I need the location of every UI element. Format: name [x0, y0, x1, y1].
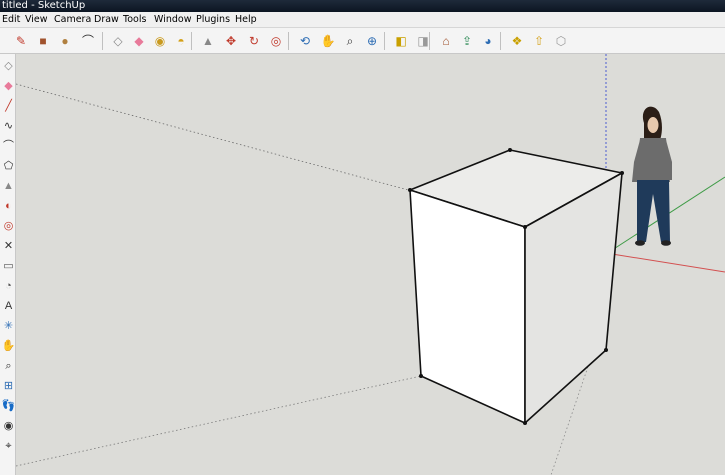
menu-camera[interactable]: Camera — [54, 12, 91, 28]
move-icon[interactable]: ✥ — [222, 32, 240, 50]
make-component-icon[interactable]: ◇ — [109, 32, 127, 50]
extension-warehouse-icon[interactable]: ⬡ — [552, 32, 570, 50]
menu-view[interactable]: View — [25, 12, 48, 28]
model-scene[interactable] — [16, 54, 725, 475]
pan-icon[interactable]: ✋ — [319, 32, 337, 50]
zoom-extents-icon[interactable]: ⊕ — [363, 32, 381, 50]
pencil-icon[interactable]: ✎ — [12, 32, 30, 50]
rotate-icon[interactable]: ↻ — [245, 32, 263, 50]
arc-icon[interactable]: ⌒ — [1, 138, 16, 154]
window-title: titled - SketchUp — [2, 0, 86, 11]
position-camera-icon[interactable]: ⌖ — [1, 438, 16, 454]
dotted-axis-line — [16, 83, 413, 192]
select-icon[interactable]: ◇ — [1, 58, 16, 74]
walk-icon[interactable]: 👣 — [1, 398, 16, 414]
scale-icon[interactable]: ✕ — [1, 238, 16, 254]
dotted-axis-line — [16, 375, 422, 467]
toolbar-separator — [288, 32, 289, 50]
menu-help[interactable]: Help — [235, 12, 257, 28]
menu-bar: Edit View Camera Draw Tools Window Plugi… — [0, 12, 725, 28]
text-icon[interactable]: A — [1, 298, 16, 314]
toolbar-separator — [384, 32, 385, 50]
left-toolbar: ◇ ◆ ╱ ∿ ⌒ ⬠ ▲ ◐ ◎ ✕ ▭ ◔ A ✳ ✋ ⌕ ⊞ 👣 ◉ ⌖ — [0, 54, 16, 475]
eraser-icon[interactable]: ◆ — [130, 32, 148, 50]
dimension-icon[interactable]: ▭ — [1, 258, 16, 274]
paint-bucket-icon[interactable]: ◓ — [172, 32, 190, 50]
pan-icon[interactable]: ✋ — [1, 338, 16, 354]
freehand-icon[interactable]: ∿ — [1, 118, 16, 134]
circle-icon[interactable]: ● — [56, 32, 74, 50]
google-earth-icon[interactable]: ◕ — [479, 32, 497, 50]
orbit-icon[interactable]: ⟲ — [296, 32, 314, 50]
menu-tools[interactable]: Tools — [123, 12, 146, 28]
share-component-icon[interactable]: ⇧ — [530, 32, 548, 50]
zoom-window-icon[interactable]: ⊞ — [1, 378, 16, 394]
toolbar-separator — [102, 32, 103, 50]
menu-window[interactable]: Window — [154, 12, 191, 28]
arc-icon[interactable]: ⌒ — [79, 32, 97, 50]
tape-measure-icon[interactable]: ◉ — [151, 32, 169, 50]
follow-me-icon[interactable]: ◐ — [1, 198, 16, 214]
zoom-icon[interactable]: ⌕ — [1, 358, 16, 374]
share-model-icon[interactable]: ⇪ — [458, 32, 476, 50]
push-pull-icon[interactable]: ▲ — [199, 32, 217, 50]
get-models-icon[interactable]: ⌂ — [437, 32, 455, 50]
menu-plugins[interactable]: Plugins — [196, 12, 230, 28]
polygon-icon[interactable]: ⬠ — [1, 158, 16, 174]
box-front-face[interactable] — [409, 189, 526, 424]
toolbar-separator — [429, 32, 430, 50]
main-toolbar: ✎ ■ ● ⌒ ◇ ◆ ◉ ◓ ▲ ✥ ↻ ◎ ⟲ ✋ ⌕ ⊕ ◧ ◨ ⌂ ⇪ ◕ ❖ ⇧ ⬡ — [0, 28, 725, 54]
person-figure[interactable] — [632, 106, 672, 246]
previous-view-icon[interactable]: ◧ — [392, 32, 410, 50]
menu-draw[interactable]: Draw — [94, 12, 119, 28]
offset-icon[interactable]: ◎ — [1, 218, 16, 234]
get-components-icon[interactable]: ❖ — [508, 32, 526, 50]
zoom-icon[interactable]: ⌕ — [341, 32, 359, 50]
toolbar-separator — [191, 32, 192, 50]
protractor-icon[interactable]: ◔ — [1, 278, 16, 294]
eraser-icon[interactable]: ◆ — [1, 78, 16, 94]
title-bar: titled - SketchUp — [0, 0, 725, 12]
red-axis — [611, 253, 725, 273]
push-pull-icon[interactable]: ▲ — [1, 178, 16, 194]
axes-icon[interactable]: ✳ — [1, 318, 16, 334]
line-icon[interactable]: ╱ — [1, 98, 16, 114]
offset-icon[interactable]: ◎ — [267, 32, 285, 50]
menu-edit[interactable]: Edit — [2, 12, 20, 28]
drawing-viewport[interactable] — [16, 54, 725, 475]
look-around-icon[interactable]: ◉ — [1, 418, 16, 434]
toolbar-separator — [500, 32, 501, 50]
rectangle-icon[interactable]: ■ — [34, 32, 52, 50]
